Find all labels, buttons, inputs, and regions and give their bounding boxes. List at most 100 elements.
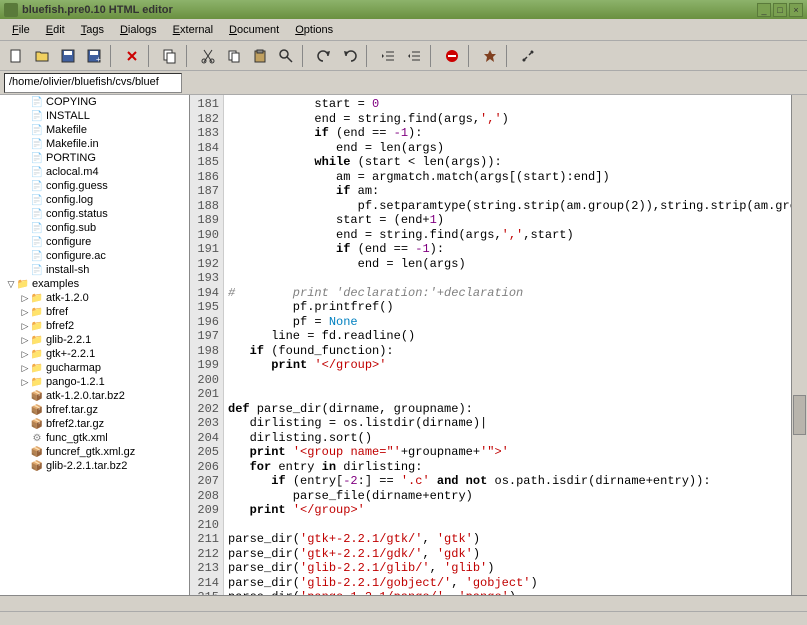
code-line[interactable]: parse_dir('pango-1.2.1/pango/', 'pango') <box>228 590 787 595</box>
menu-tags[interactable]: Tags <box>73 22 112 38</box>
tree-item[interactable]: func_gtk.xml <box>0 431 189 445</box>
expand-icon[interactable]: ▷ <box>20 377 30 388</box>
stop-button[interactable] <box>440 44 464 68</box>
menu-file[interactable]: File <box>4 22 38 38</box>
code-line[interactable]: print '</group>' <box>228 503 787 518</box>
vertical-scrollbar[interactable] <box>791 95 807 595</box>
tree-item[interactable]: config.sub <box>0 221 189 235</box>
preferences-button[interactable] <box>516 44 540 68</box>
code-line[interactable]: end = string.find(args,',') <box>228 112 787 127</box>
code-line[interactable]: if (end == -1): <box>228 242 787 257</box>
tree-item[interactable]: ▷gucharmap <box>0 361 189 375</box>
code-line[interactable]: if (end == -1): <box>228 126 787 141</box>
expand-icon[interactable]: ▷ <box>20 307 30 318</box>
redo-button[interactable] <box>338 44 362 68</box>
code-line[interactable]: if am: <box>228 184 787 199</box>
indent-button[interactable] <box>402 44 426 68</box>
expand-icon[interactable]: ▷ <box>20 349 30 360</box>
tree-item[interactable]: config.guess <box>0 179 189 193</box>
code-area[interactable]: start = 0 end = string.find(args,',') if… <box>224 95 791 595</box>
code-line[interactable]: print '<group name="'+groupname+'">' <box>228 445 787 460</box>
copy-button[interactable] <box>158 44 182 68</box>
save-button[interactable] <box>56 44 80 68</box>
expand-icon[interactable]: ▷ <box>20 363 30 374</box>
code-line[interactable]: start = 0 <box>228 97 787 112</box>
menu-dialogs[interactable]: Dialogs <box>112 22 165 38</box>
undo-button[interactable] <box>312 44 336 68</box>
code-line[interactable]: parse_dir('glib-2.2.1/gobject/', 'gobjec… <box>228 576 787 591</box>
tree-item[interactable]: bfref.tar.gz <box>0 403 189 417</box>
paste-button[interactable] <box>248 44 272 68</box>
tree-item[interactable]: PORTING <box>0 151 189 165</box>
tree-item[interactable]: ▷pango-1.2.1 <box>0 375 189 389</box>
code-line[interactable]: for entry in dirlisting: <box>228 460 787 475</box>
code-line[interactable]: end = string.find(args,',',start) <box>228 228 787 243</box>
menu-options[interactable]: Options <box>287 22 341 38</box>
close-file-button[interactable] <box>120 44 144 68</box>
code-line[interactable]: parse_dir('gtk+-2.2.1/gdk/', 'gdk') <box>228 547 787 562</box>
code-line[interactable]: while (start < len(args)): <box>228 155 787 170</box>
path-input[interactable]: /home/olivier/bluefish/cvs/bluef <box>4 73 182 93</box>
code-line[interactable]: parse_file(dirname+entry) <box>228 489 787 504</box>
open-file-button[interactable] <box>30 44 54 68</box>
code-line[interactable]: dirlisting = os.listdir(dirname)| <box>228 416 787 431</box>
expand-icon[interactable]: ▷ <box>20 321 30 332</box>
maximize-button[interactable]: □ <box>773 3 787 17</box>
expand-icon[interactable]: ▷ <box>20 335 30 346</box>
file-tree-sidebar[interactable]: COPYINGINSTALLMakefileMakefile.inPORTING… <box>0 95 190 595</box>
code-line[interactable]: pf.printfref() <box>228 300 787 315</box>
code-line[interactable]: pf = None <box>228 315 787 330</box>
tree-item[interactable]: atk-1.2.0.tar.bz2 <box>0 389 189 403</box>
tree-item[interactable]: ▷glib-2.2.1 <box>0 333 189 347</box>
menu-external[interactable]: External <box>165 22 221 38</box>
tree-item[interactable]: Makefile.in <box>0 137 189 151</box>
scrollbar-thumb[interactable] <box>793 395 806 435</box>
unindent-button[interactable] <box>376 44 400 68</box>
code-line[interactable] <box>228 271 787 286</box>
tree-item[interactable]: ▷bfref <box>0 305 189 319</box>
expand-icon[interactable]: ▽ <box>6 279 16 290</box>
menu-edit[interactable]: Edit <box>38 22 73 38</box>
code-line[interactable]: if (entry[-2:] == '.c' and not os.path.i… <box>228 474 787 489</box>
cut-button[interactable] <box>196 44 220 68</box>
code-line[interactable]: parse_dir('gtk+-2.2.1/gtk/', 'gtk') <box>228 532 787 547</box>
tree-item[interactable]: configure.ac <box>0 249 189 263</box>
code-line[interactable]: if (found_function): <box>228 344 787 359</box>
save-as-button[interactable]: + <box>82 44 106 68</box>
code-line[interactable]: line = fd.readline() <box>228 329 787 344</box>
copy2-button[interactable] <box>222 44 246 68</box>
code-line[interactable]: pf.setparamtype(string.strip(am.group(2)… <box>228 199 787 214</box>
code-line[interactable]: # print 'declaration:'+declaration <box>228 286 787 301</box>
close-button[interactable]: × <box>789 3 803 17</box>
new-file-button[interactable] <box>4 44 28 68</box>
code-line[interactable]: am = argmatch.match(args[(start):end]) <box>228 170 787 185</box>
tree-item[interactable]: ▷bfref2 <box>0 319 189 333</box>
tree-item[interactable]: COPYING <box>0 95 189 109</box>
code-line[interactable] <box>228 518 787 533</box>
code-line[interactable]: print '</group>' <box>228 358 787 373</box>
tree-item[interactable]: ▷atk-1.2.0 <box>0 291 189 305</box>
search-button[interactable] <box>274 44 298 68</box>
tree-item[interactable]: bfref2.tar.gz <box>0 417 189 431</box>
tree-item[interactable]: config.status <box>0 207 189 221</box>
tree-item[interactable]: ▷gtk+-2.2.1 <box>0 347 189 361</box>
tree-item[interactable]: configure <box>0 235 189 249</box>
bookmark-button[interactable] <box>478 44 502 68</box>
expand-icon[interactable]: ▷ <box>20 293 30 304</box>
horizontal-scrollbar[interactable] <box>0 595 807 611</box>
minimize-button[interactable]: _ <box>757 3 771 17</box>
code-line[interactable]: start = (end+1) <box>228 213 787 228</box>
code-editor[interactable]: 1811821831841851861871881891901911921931… <box>190 95 807 595</box>
tree-item[interactable]: INSTALL <box>0 109 189 123</box>
tree-item[interactable]: glib-2.2.1.tar.bz2 <box>0 459 189 473</box>
menu-document[interactable]: Document <box>221 22 287 38</box>
code-line[interactable]: end = len(args) <box>228 141 787 156</box>
tree-item[interactable]: ▽examples <box>0 277 189 291</box>
code-line[interactable] <box>228 387 787 402</box>
tree-item[interactable]: aclocal.m4 <box>0 165 189 179</box>
code-line[interactable]: dirlisting.sort() <box>228 431 787 446</box>
tree-item[interactable]: funcref_gtk.xml.gz <box>0 445 189 459</box>
tree-item[interactable]: install-sh <box>0 263 189 277</box>
code-line[interactable]: end = len(args) <box>228 257 787 272</box>
code-line[interactable] <box>228 373 787 388</box>
